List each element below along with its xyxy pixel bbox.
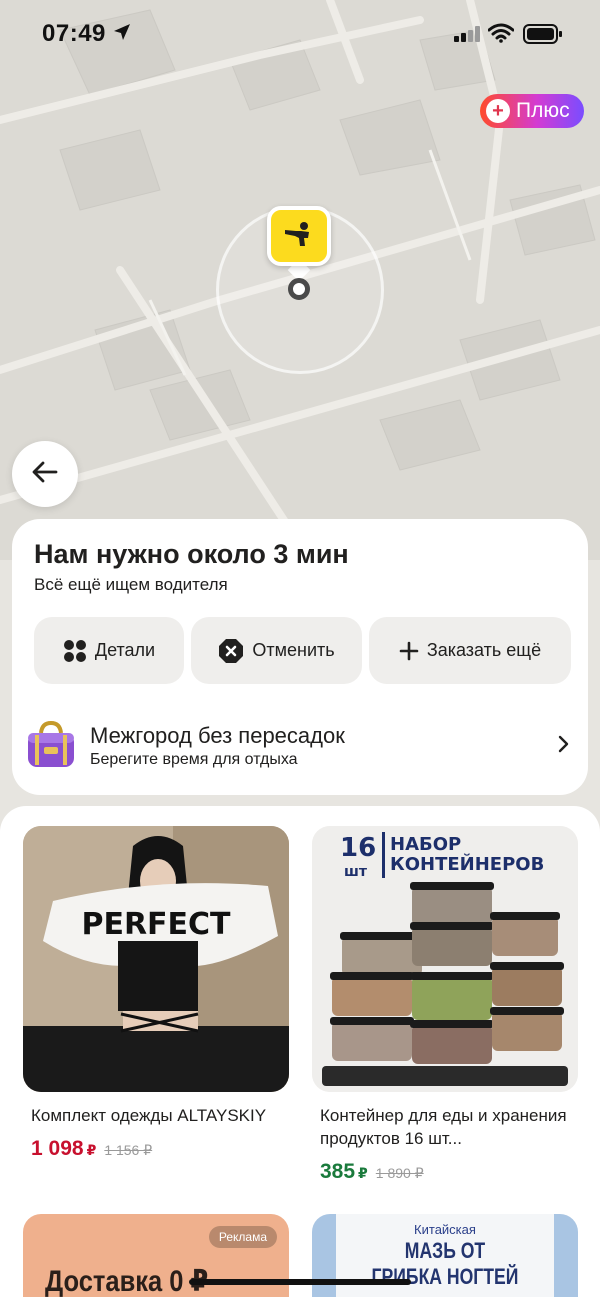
ointment-line1: МАЗЬ ОТ	[404, 1238, 486, 1263]
promo-subtitle: Берегите время для отдыха	[90, 751, 298, 768]
product-image-clothing: PERFECT	[23, 826, 289, 1092]
image-heading-line1: НАБОР	[390, 834, 461, 855]
status-bar: 07:49	[0, 0, 600, 70]
ad-delivery-text: Доставка 0 ₽	[45, 1265, 209, 1297]
product-price-currency: ₽	[358, 1165, 368, 1181]
cancel-octagon-icon	[218, 638, 244, 664]
order-status-card: Нам нужно около 3 мин Всё ещё ищем водит…	[12, 519, 588, 795]
plus-icon	[399, 641, 419, 661]
ad-badge[interactable]: Реклама	[208, 1226, 277, 1248]
order-more-label: Заказать ещё	[426, 640, 542, 660]
ointment-line2: ГРИБКА НОГТЕЙ	[371, 1264, 519, 1289]
details-button[interactable]: Детали	[34, 617, 184, 684]
plus-badge-label: Плюс	[516, 99, 570, 122]
hand-wave-icon	[282, 220, 316, 253]
battery-icon	[523, 24, 563, 49]
order-eta-title: Нам нужно около 3 мин	[34, 539, 349, 569]
product-price: 385	[320, 1160, 356, 1183]
image-heading-count: 16	[340, 833, 376, 863]
cancel-label: Отменить	[252, 640, 335, 660]
grid-icon	[63, 639, 87, 663]
home-indicator[interactable]	[189, 1279, 411, 1285]
status-time: 07:49	[42, 20, 106, 47]
product-old-price: 1 890 ₽	[375, 1165, 424, 1181]
product-title: Контейнер для еды и хранения продуктов 1…	[320, 1106, 567, 1148]
plus-badge[interactable]: + Плюс	[480, 94, 584, 128]
product-price-currency: ₽	[86, 1142, 97, 1158]
product-prices: 385 ₽ 1 890 ₽	[320, 1160, 578, 1184]
order-more-button[interactable]: Заказать ещё	[369, 617, 571, 684]
pickup-pin[interactable]	[267, 206, 331, 266]
ointment-small-text: Китайская	[414, 1222, 476, 1237]
details-label: Детали	[94, 640, 156, 660]
product-card[interactable]: PERFECT Комплект одежды ALTAYSKIY 1 098 …	[23, 826, 289, 1161]
product-feed[interactable]: PERFECT Комплект одежды ALTAYSKIY 1 098 …	[0, 806, 600, 1297]
back-button[interactable]	[12, 441, 78, 507]
order-status-subtitle: Всё ещё ищем водителя	[34, 575, 228, 594]
wifi-icon	[487, 23, 515, 48]
image-heading-line2: КОНТЕЙНЕРОВ	[390, 853, 544, 875]
product-prices: 1 098 ₽ 1 156 ₽	[31, 1137, 289, 1161]
image-heading-unit: шт	[344, 864, 368, 880]
product-title: Комплект одежды ALTAYSKIY	[31, 1106, 267, 1125]
map[interactable]: + Плюс	[0, 0, 600, 560]
chevron-right-icon	[558, 735, 570, 758]
cancel-button[interactable]: Отменить	[191, 617, 362, 684]
user-location-dot	[288, 278, 310, 300]
cellular-signal-icon	[454, 26, 482, 47]
intercity-promo[interactable]: Межгород без пересадок Берегите время дл…	[24, 715, 576, 775]
arrow-left-icon	[32, 461, 58, 488]
product-image-containers: 16 шт НАБОР КОНТЕЙНЕРОВ	[312, 826, 578, 1092]
promo-title: Межгород без пересадок	[90, 723, 345, 748]
location-arrow-icon	[112, 22, 132, 47]
travel-bag-icon	[24, 719, 78, 778]
image-text-perfect: PERFECT	[81, 907, 231, 942]
product-card[interactable]: 16 шт НАБОР КОНТЕЙНЕРОВ Контейнер для ед…	[312, 826, 578, 1184]
product-price: 1 098	[31, 1137, 84, 1160]
product-old-price: 1 156 ₽	[104, 1142, 153, 1158]
plus-logo-icon: +	[486, 99, 510, 123]
